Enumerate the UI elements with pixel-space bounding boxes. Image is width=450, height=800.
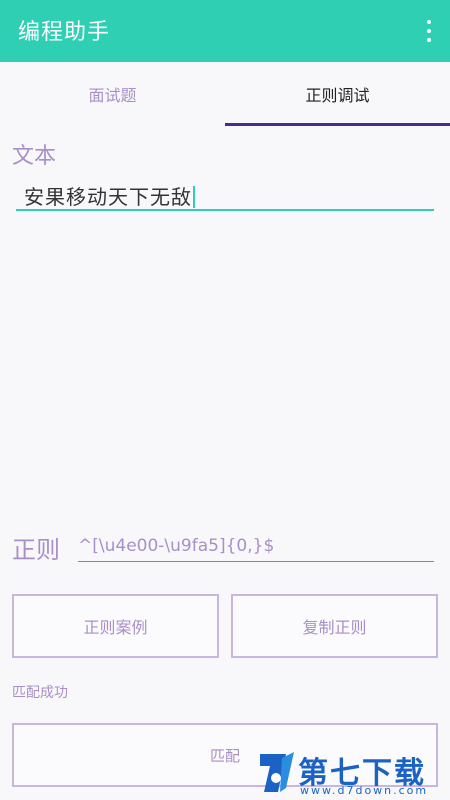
app-bar: 编程助手 — [0, 0, 450, 62]
regex-input-value: ^[\u4e00-\u9fa5]{0,}$ — [78, 536, 275, 556]
copy-regex-button[interactable]: 复制正则 — [231, 594, 438, 658]
watermark-logo-icon — [260, 752, 294, 792]
text-input[interactable]: 安果移动天下无敌 — [16, 175, 434, 211]
tab-bar: 面试题 正则调试 — [0, 62, 450, 126]
text-field-label: 文本 — [12, 144, 57, 169]
regex-input[interactable]: ^[\u4e00-\u9fa5]{0,}$ — [78, 532, 434, 562]
app-title: 编程助手 — [18, 20, 111, 45]
regex-field-label: 正则 — [12, 536, 60, 564]
tab-indicator — [225, 123, 450, 126]
regex-example-button[interactable]: 正则案例 — [12, 594, 219, 658]
tab-regex-debug[interactable]: 正则调试 — [225, 62, 450, 126]
watermark-url: www.d7down.com — [300, 784, 429, 797]
text-cursor — [193, 186, 195, 208]
tab-interview-questions[interactable]: 面试题 — [0, 62, 225, 126]
more-vert-icon[interactable] — [424, 20, 434, 42]
watermark: 第七下载站 www.d7down.com — [256, 748, 446, 798]
text-input-value: 安果移动天下无敌 — [24, 181, 195, 210]
match-status: 匹配成功 — [12, 685, 68, 701]
